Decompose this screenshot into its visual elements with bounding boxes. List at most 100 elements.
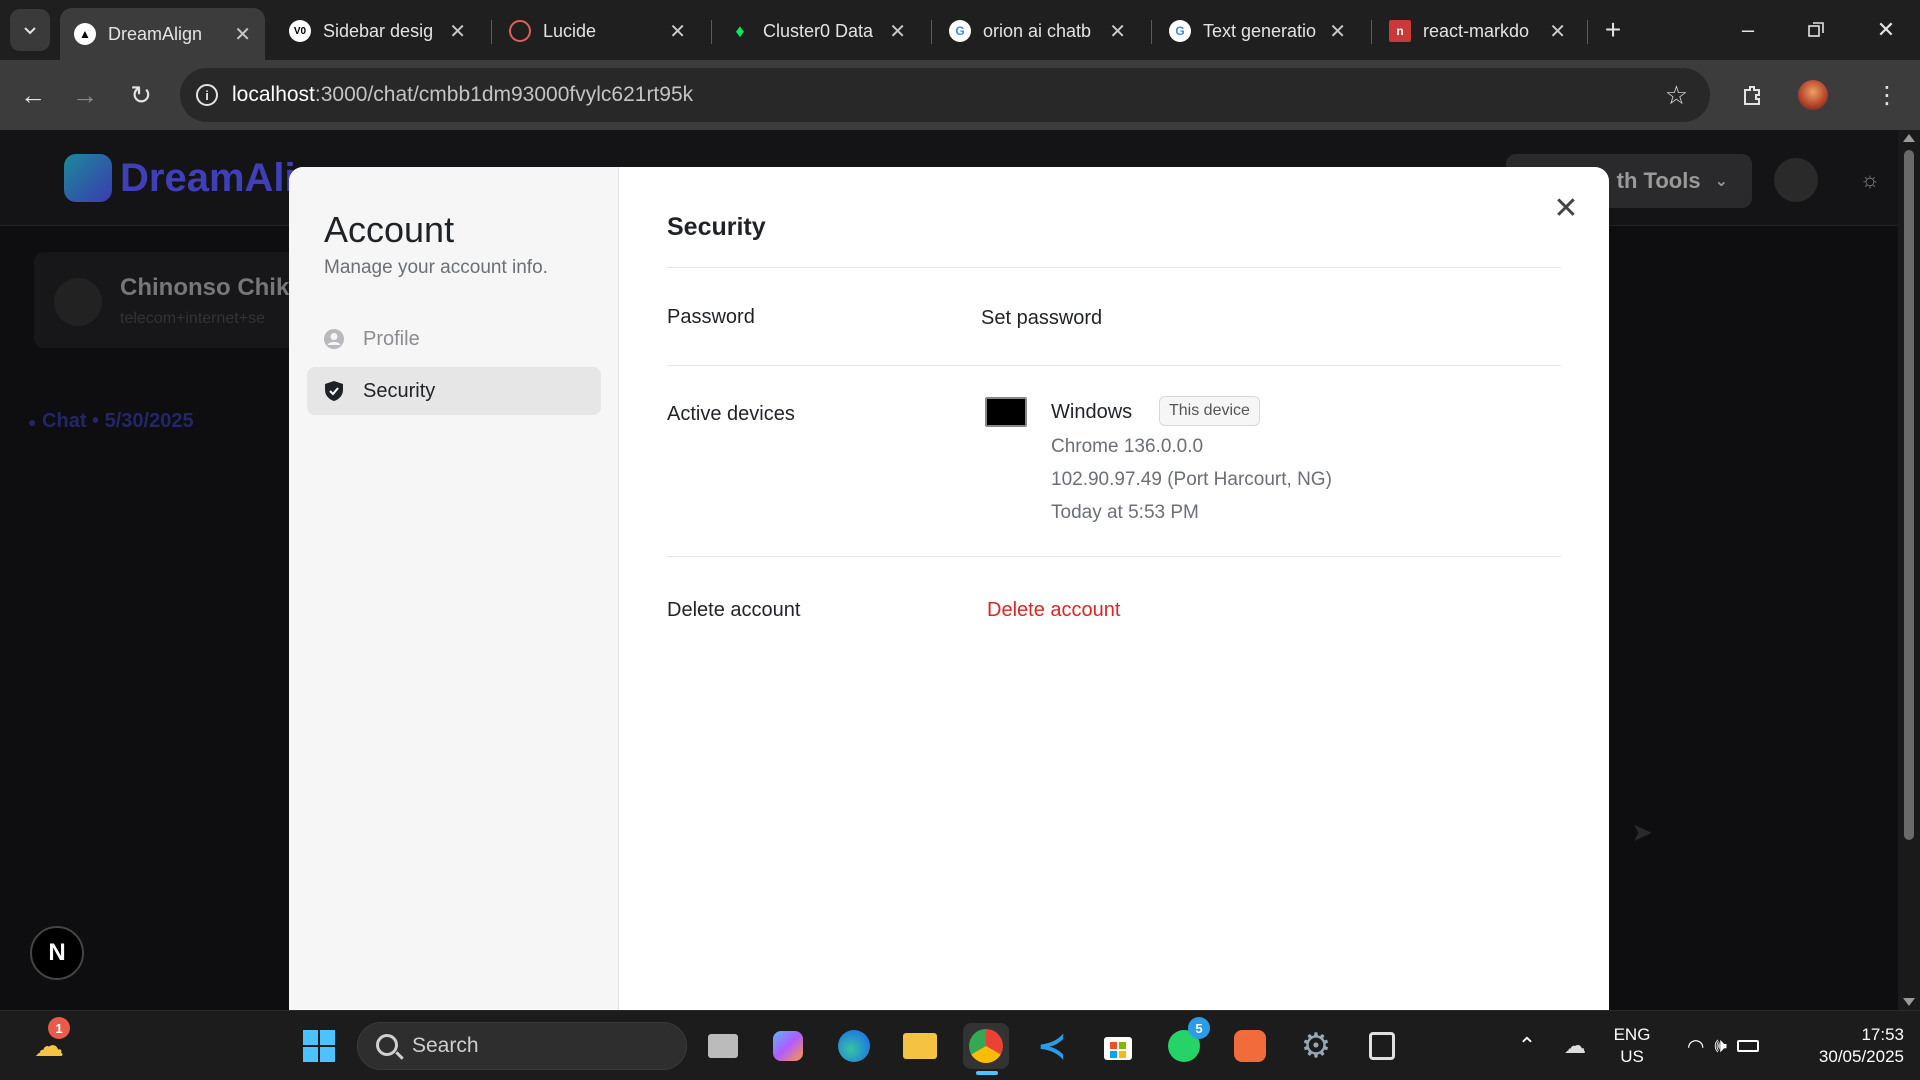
close-icon[interactable]: ✕ bbox=[234, 22, 251, 47]
chrome-taskbar-button[interactable] bbox=[963, 1023, 1009, 1069]
file-explorer-button[interactable] bbox=[897, 1023, 943, 1069]
user-subtitle: telecom+internet+se bbox=[120, 310, 265, 327]
reload-button[interactable]: ↻ bbox=[122, 76, 160, 114]
bookmark-star-icon[interactable]: ☆ bbox=[1665, 80, 1688, 111]
plus-icon: + bbox=[1604, 14, 1622, 45]
vscode-button[interactable]: ≺ bbox=[1029, 1023, 1075, 1069]
tab-dreamalign[interactable]: ▲ DreamAlign ✕ bbox=[60, 8, 265, 60]
clock[interactable]: 17:53 30/05/2025 bbox=[1788, 1024, 1904, 1068]
close-icon[interactable]: ✕ bbox=[1329, 19, 1346, 44]
tab-react-markdown[interactable]: n react-markdo ✕ bbox=[1375, 8, 1580, 54]
chevron-up-icon: ⌃ bbox=[1517, 1033, 1537, 1058]
nav-item-security[interactable]: Security bbox=[307, 367, 601, 415]
page-scrollbar[interactable] bbox=[1898, 130, 1920, 1010]
chrome-menu-button[interactable]: ⋮ bbox=[1870, 78, 1904, 112]
scroll-down-icon[interactable] bbox=[1903, 998, 1915, 1006]
avatar[interactable] bbox=[1774, 158, 1818, 202]
new-tab-button[interactable]: + bbox=[1593, 12, 1633, 48]
close-icon[interactable]: ✕ bbox=[1109, 19, 1126, 44]
nav-item-label: Profile bbox=[363, 327, 420, 350]
task-view-button[interactable] bbox=[700, 1023, 746, 1069]
tab-orion[interactable]: G orion ai chatb ✕ bbox=[935, 8, 1140, 54]
address-bar[interactable]: i localhost:3000/chat/cmbb1dm93000fvylc6… bbox=[180, 68, 1710, 122]
close-icon[interactable]: ✕ bbox=[1549, 19, 1566, 44]
nav-item-profile[interactable]: Profile bbox=[307, 315, 601, 363]
app-logo[interactable]: DreamAli bbox=[64, 154, 296, 202]
tab-text-generation[interactable]: G Text generatio ✕ bbox=[1155, 8, 1360, 54]
tab-title: Cluster0 Data bbox=[763, 20, 874, 41]
tab-title: Text generatio bbox=[1203, 20, 1317, 41]
delete-account-button[interactable]: Delete account bbox=[987, 599, 1120, 622]
start-button[interactable] bbox=[296, 1023, 342, 1069]
theme-toggle-button[interactable]: ☼ bbox=[1850, 160, 1890, 200]
security-panel: Security Password Set password Active de… bbox=[619, 167, 1609, 1010]
onedrive-button[interactable]: ☁ bbox=[1552, 1023, 1598, 1069]
tab-sidebar-design[interactable]: V0 Sidebar desig ✕ bbox=[275, 8, 480, 54]
account-modal-nav: Account Manage your account info. Profil… bbox=[289, 167, 619, 1010]
snipping-tool-icon bbox=[1369, 1032, 1395, 1060]
device-last-active: Today at 5:53 PM bbox=[1051, 502, 1199, 523]
divider bbox=[667, 556, 1561, 557]
nav-item-label: Security bbox=[363, 379, 436, 402]
tab-separator bbox=[1587, 20, 1588, 44]
restore-button[interactable] bbox=[1796, 12, 1836, 48]
close-window-button[interactable]: ✕ bbox=[1866, 12, 1906, 48]
more-vertical-icon: ⋮ bbox=[1875, 81, 1899, 109]
site-info-icon[interactable]: i bbox=[196, 84, 218, 106]
send-icon[interactable]: ➤ bbox=[1612, 802, 1672, 862]
clock-date: 30/05/2025 bbox=[1818, 1047, 1904, 1066]
show-hidden-icons-button[interactable]: ⌃ bbox=[1504, 1023, 1550, 1069]
sidebar-user-card[interactable]: Chinonso Chike telecom+internet+se bbox=[34, 252, 314, 348]
tab-title: Lucide bbox=[543, 20, 597, 41]
microsoft-store-button[interactable] bbox=[1095, 1023, 1141, 1069]
chat-bubble-icon: ● bbox=[28, 414, 37, 430]
battery-icon bbox=[1737, 1040, 1760, 1052]
url-path: :3000/chat/cmbb1dm93000fvylc621rt95k bbox=[314, 83, 694, 106]
chrome-icon bbox=[969, 1029, 1003, 1063]
close-icon[interactable]: ✕ bbox=[669, 19, 686, 44]
weather-badge: 1 bbox=[48, 1017, 70, 1039]
chat-history-item[interactable]: ● Chat • 5/30/2025 bbox=[28, 410, 194, 433]
minimize-button[interactable]: – bbox=[1728, 12, 1768, 48]
nextjs-dev-badge[interactable]: N bbox=[30, 926, 84, 980]
scroll-up-icon[interactable] bbox=[1903, 134, 1915, 142]
taskbar-search[interactable]: Search bbox=[357, 1022, 687, 1070]
nextjs-badge-label: N bbox=[48, 939, 66, 966]
forward-button[interactable]: → bbox=[66, 76, 104, 114]
language-indicator[interactable]: ENG US bbox=[1604, 1024, 1660, 1068]
logo-mark-icon bbox=[64, 154, 112, 202]
close-icon[interactable]: ✕ bbox=[449, 19, 466, 44]
extensions-button[interactable] bbox=[1736, 78, 1770, 112]
growth-tools-label: th Tools bbox=[1616, 168, 1701, 193]
copilot-button[interactable] bbox=[765, 1023, 811, 1069]
modal-subtitle: Manage your account info. bbox=[324, 257, 548, 278]
volume-icon: 🕪 bbox=[1714, 1034, 1728, 1057]
quick-settings-button[interactable]: ◠ 🕪 bbox=[1668, 1023, 1778, 1069]
close-icon: ✕ bbox=[1876, 17, 1896, 42]
active-devices-label: Active devices bbox=[667, 403, 795, 425]
restore-icon bbox=[1808, 22, 1824, 37]
tab-cluster0[interactable]: ♦ Cluster0 Data ✕ bbox=[715, 8, 920, 54]
windows-logo-icon bbox=[303, 1030, 335, 1062]
tab-lucide[interactable]: Lucide ✕ bbox=[495, 8, 700, 54]
set-password-button[interactable]: Set password bbox=[981, 307, 1102, 330]
scrollbar-thumb[interactable] bbox=[1904, 150, 1914, 840]
tab-title: Sidebar desig bbox=[323, 20, 434, 41]
tab-search-button[interactable] bbox=[10, 9, 50, 51]
divider bbox=[667, 365, 1561, 366]
clock-time: 17:53 bbox=[1861, 1025, 1904, 1044]
avatar bbox=[1798, 80, 1828, 110]
tab-separator bbox=[711, 20, 712, 44]
profile-button[interactable] bbox=[1796, 78, 1830, 112]
back-button[interactable]: ← bbox=[14, 76, 52, 114]
whatsapp-badge: 5 bbox=[1188, 1017, 1210, 1039]
modal-title: Account bbox=[324, 209, 455, 250]
postman-button[interactable] bbox=[1227, 1023, 1273, 1069]
minimize-icon: – bbox=[1741, 17, 1755, 42]
close-icon[interactable]: ✕ bbox=[889, 19, 906, 44]
puzzle-icon bbox=[1744, 86, 1760, 105]
snipping-tool-button[interactable] bbox=[1359, 1023, 1405, 1069]
edge-button[interactable] bbox=[831, 1023, 877, 1069]
settings-button[interactable]: ⚙ bbox=[1293, 1023, 1339, 1069]
chevron-down-icon bbox=[24, 27, 36, 35]
